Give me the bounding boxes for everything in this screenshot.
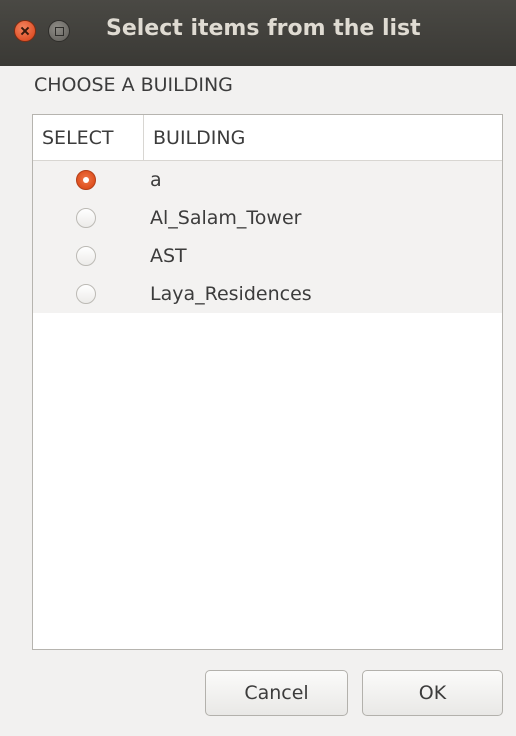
- list-item[interactable]: Al_Salam_Tower: [33, 199, 502, 237]
- building-list[interactable]: SELECT BUILDING a Al_Salam_Tower AST Lay…: [32, 114, 503, 650]
- radio-button[interactable]: [76, 284, 96, 304]
- list-header: SELECT BUILDING: [33, 115, 502, 161]
- building-name: Laya_Residences: [150, 283, 312, 305]
- list-rows: a Al_Salam_Tower AST Laya_Residences: [33, 161, 502, 313]
- building-name: AST: [150, 245, 187, 267]
- cancel-button[interactable]: Cancel: [205, 670, 348, 716]
- close-icon[interactable]: [14, 20, 36, 42]
- column-header-select[interactable]: SELECT: [33, 115, 144, 161]
- maximize-icon[interactable]: [48, 20, 70, 42]
- ok-button[interactable]: OK: [362, 670, 503, 716]
- building-name: a: [150, 169, 162, 191]
- radio-button[interactable]: [76, 208, 96, 228]
- window-title: Select items from the list: [106, 16, 421, 41]
- list-item[interactable]: AST: [33, 237, 502, 275]
- title-bar[interactable]: Select items from the list: [0, 0, 516, 66]
- dialog-window: Select items from the list CHOOSE A BUIL…: [0, 0, 516, 736]
- list-item[interactable]: a: [33, 161, 502, 199]
- section-label: CHOOSE A BUILDING: [34, 74, 233, 96]
- list-item[interactable]: Laya_Residences: [33, 275, 502, 313]
- radio-button[interactable]: [76, 246, 96, 266]
- column-header-building[interactable]: BUILDING: [144, 115, 502, 161]
- radio-button[interactable]: [76, 170, 96, 190]
- building-name: Al_Salam_Tower: [150, 207, 302, 229]
